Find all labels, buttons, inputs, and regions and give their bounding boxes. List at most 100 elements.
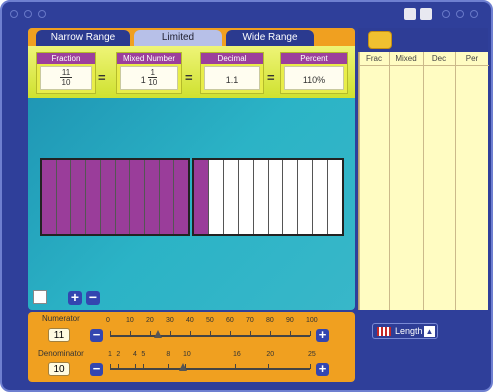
save-icon[interactable] <box>404 8 416 20</box>
up-arrow-icon[interactable]: ▲ <box>424 326 435 337</box>
equals-sign: = <box>98 70 106 85</box>
column-header-per: Per <box>455 52 489 66</box>
bar-segment <box>328 160 342 234</box>
window-dot-4[interactable] <box>442 10 450 18</box>
bar-segment <box>130 160 145 234</box>
window-dot-5[interactable] <box>456 10 464 18</box>
remove-bar-button[interactable]: − <box>86 290 100 305</box>
denominator-value: 10 <box>48 362 70 376</box>
bar-segment <box>283 160 299 234</box>
mixed-numerator: 1 <box>148 68 158 78</box>
window-dot-6[interactable] <box>470 10 478 18</box>
grid-icon[interactable] <box>33 290 47 304</box>
tab-limited[interactable]: Limited <box>134 30 222 46</box>
tab-wide-range[interactable]: Wide Range <box>226 30 314 46</box>
denominator-tick-label: 20 <box>266 351 275 358</box>
add-bar-button[interactable]: + <box>68 290 82 305</box>
bar-segment <box>144 160 160 234</box>
numerator-tick-label: 50 <box>206 317 214 324</box>
mixed-header: Mixed Number <box>117 53 181 64</box>
slider-controls: Numerator 11 − 0 10 20 30 40 50 60 70 80 90 100 + … <box>28 312 355 382</box>
bar-segment <box>56 160 72 234</box>
numerator-tick-label: 100 <box>306 317 318 324</box>
numerator-tick <box>130 331 131 336</box>
print-icon[interactable] <box>420 8 432 20</box>
numerator-tick-label: 60 <box>226 317 234 324</box>
length-swatch-icon <box>377 327 391 336</box>
denominator-tick <box>110 364 111 369</box>
denominator-tick-label: 10 <box>183 351 191 358</box>
numerator-tick <box>190 331 191 336</box>
numerator-slider-thumb[interactable] <box>154 330 162 338</box>
numerator-tick <box>210 331 211 336</box>
numerator-tick <box>270 331 271 336</box>
denominator-track[interactable] <box>110 368 310 370</box>
denominator-minus-button[interactable]: − <box>90 362 103 376</box>
numerator-minus-button[interactable]: − <box>90 328 103 342</box>
bar-segment <box>269 160 284 234</box>
bar-segment <box>209 160 224 234</box>
equals-sign: = <box>185 70 193 85</box>
numerator-tick <box>310 331 311 336</box>
numerator-tick <box>110 331 111 336</box>
denominator-tick-label: 25 <box>308 351 316 358</box>
denominator-tick-label: 16 <box>233 351 241 358</box>
bar-segment <box>194 160 209 234</box>
column-header-mixed: Mixed <box>389 52 423 66</box>
window-dot-3[interactable] <box>38 10 46 18</box>
numerator-tick-label: 80 <box>266 317 274 324</box>
bar-segment <box>115 160 131 234</box>
representation-panel: Fraction 11 10 = Mixed Number 1 1 10 = D… <box>28 46 355 98</box>
denominator-tick <box>235 364 236 369</box>
numerator-tick-label: 10 <box>126 317 134 324</box>
denominator-label: Denominator <box>38 349 84 358</box>
numerator-tick <box>290 331 291 336</box>
bar-segment <box>86 160 101 234</box>
bar-segment <box>174 160 189 234</box>
decimal-box: Decimal 1.1 <box>200 52 264 94</box>
denominator-tick-label: 8 <box>166 351 171 358</box>
denominator-tick <box>118 364 120 369</box>
record-panel: Frac Mixed Dec Per <box>358 28 489 310</box>
fraction-numerator: 11 <box>59 68 73 78</box>
equals-sign: = <box>267 70 275 85</box>
denominator-tick <box>168 364 170 369</box>
bar-segment <box>159 160 175 234</box>
denominator-tick <box>143 364 145 369</box>
denominator-tick-label: 5 <box>141 351 146 358</box>
bar-segment <box>71 160 87 234</box>
decimal-value: 1.1 <box>204 66 260 90</box>
fraction-bar-2[interactable] <box>192 158 344 236</box>
bar-segment <box>313 160 329 234</box>
denominator-tick-label: 4 <box>133 351 137 358</box>
denominator-tick <box>268 364 270 369</box>
window-dot-2[interactable] <box>24 10 32 18</box>
percent-value: 110% <box>284 66 344 90</box>
mixed-denominator: 10 <box>148 78 158 87</box>
column-header-frac: Frac <box>359 52 389 66</box>
column-header-dec: Dec <box>423 52 455 66</box>
denominator-plus-button[interactable]: + <box>316 362 329 376</box>
title-bar <box>2 2 491 26</box>
percent-box: Percent 110% <box>280 52 348 94</box>
window-dot-1[interactable] <box>10 10 18 18</box>
record-icon[interactable] <box>368 31 392 49</box>
denominator-tick <box>310 364 311 369</box>
fraction-bar-1[interactable] <box>40 158 190 236</box>
numerator-plus-button[interactable]: + <box>316 328 329 342</box>
denominator-slider-thumb[interactable] <box>179 363 187 371</box>
bar-segment <box>224 160 239 234</box>
numerator-tick-label: 0 <box>106 317 110 324</box>
bar-segment <box>100 160 116 234</box>
bar-segment <box>254 160 269 234</box>
tab-narrow-range[interactable]: Narrow Range <box>36 30 130 46</box>
mixed-value: 1 1 10 <box>120 66 178 90</box>
denominator-tick-label: 1 <box>108 351 112 358</box>
bar-segment <box>298 160 314 234</box>
decimal-header: Decimal <box>201 53 263 64</box>
length-button[interactable]: Length ▲ <box>372 323 438 339</box>
mixed-whole: 1 <box>140 75 146 85</box>
numerator-tick <box>250 331 251 336</box>
numerator-tick <box>230 331 231 336</box>
denominator-tick-label: 2 <box>116 351 121 358</box>
